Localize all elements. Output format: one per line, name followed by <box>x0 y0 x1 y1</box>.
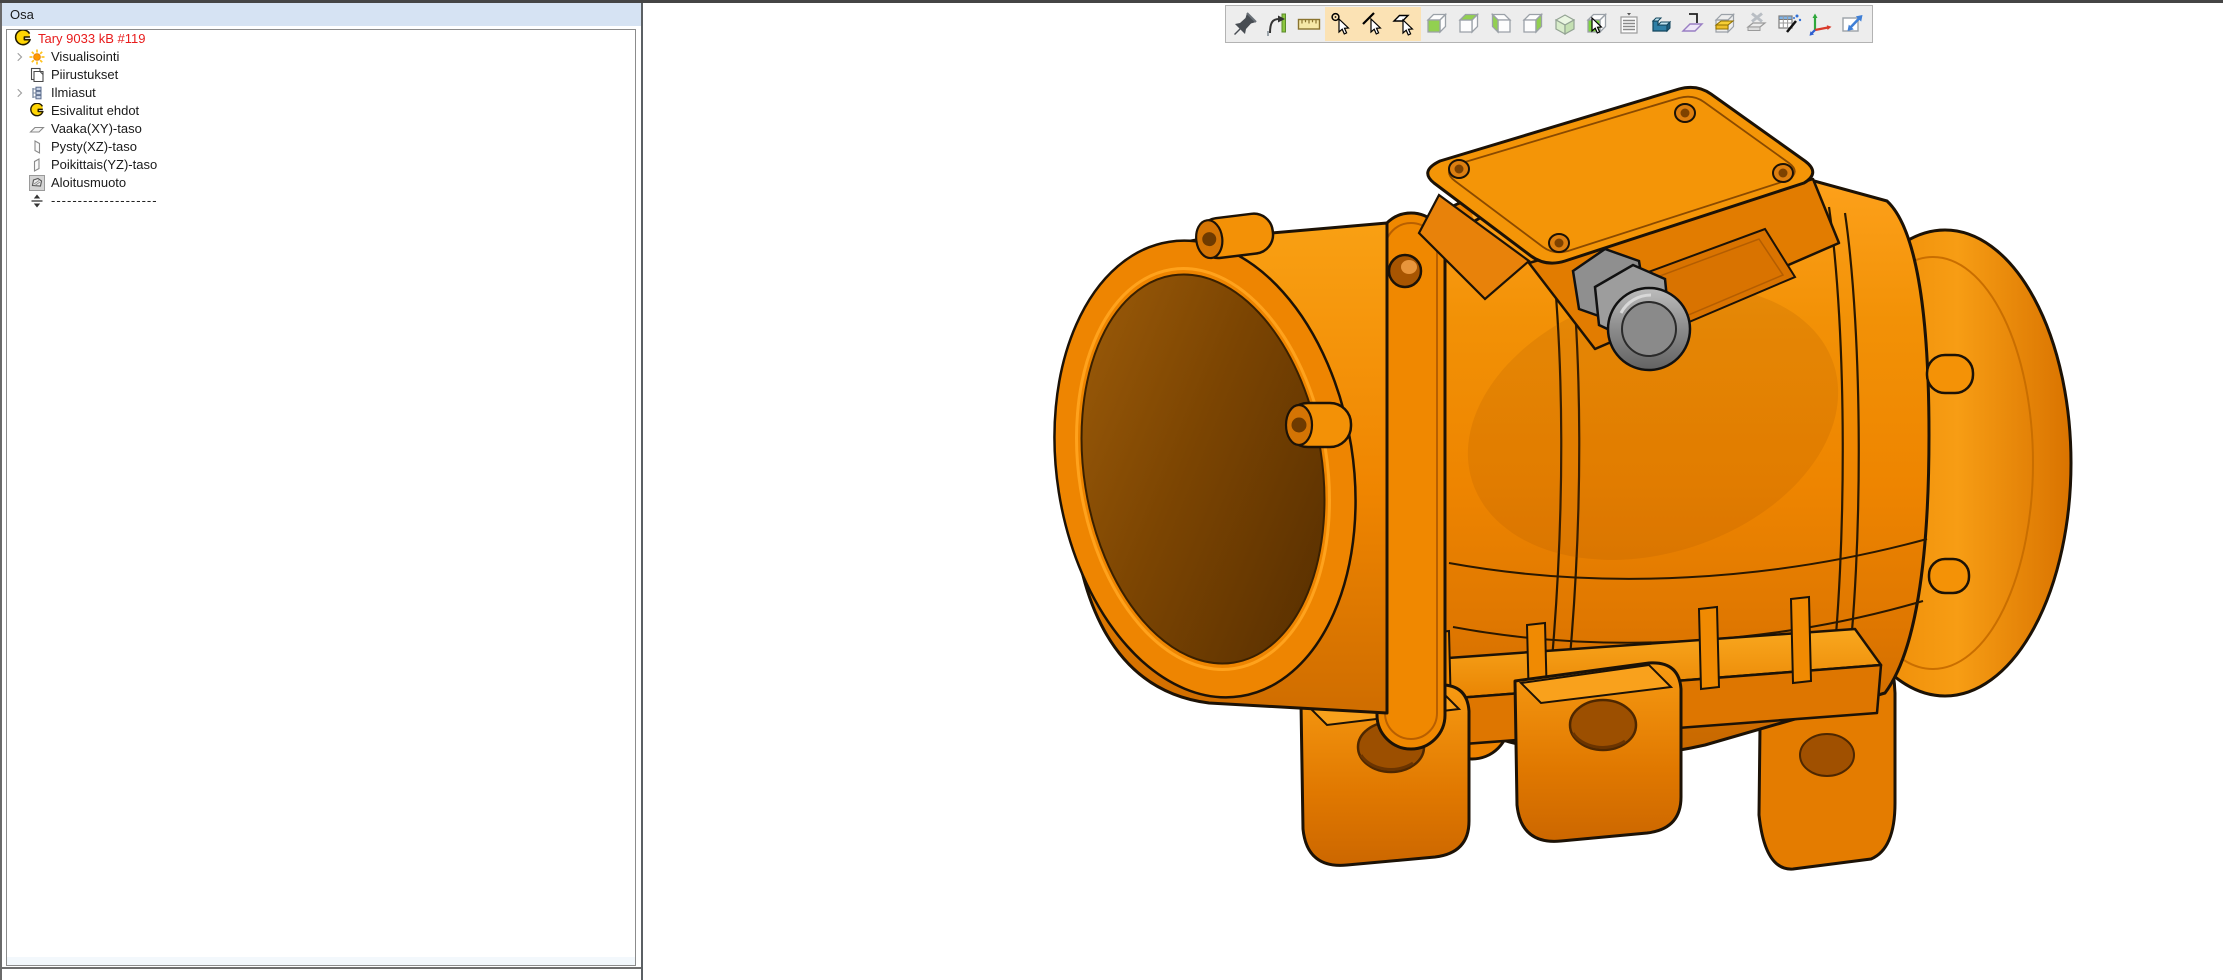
tree-item-label: Poikittais(YZ)-taso <box>51 156 157 174</box>
fit-view-icon[interactable] <box>1837 7 1869 41</box>
tree-item-label: Aloitusmuoto <box>51 174 126 192</box>
chevron-right-icon[interactable] <box>11 85 29 101</box>
section-view-icon[interactable] <box>1645 7 1677 41</box>
view-front-icon[interactable] <box>1421 7 1453 41</box>
chevron-right-icon[interactable] <box>11 49 29 65</box>
clip-off-icon[interactable] <box>1741 7 1773 41</box>
snap-vertex-icon[interactable] <box>1325 7 1357 41</box>
tree-item-label: Pysty(XZ)-taso <box>51 138 137 156</box>
tree-item-aloitusmuoto[interactable]: Aloitusmuoto <box>7 174 635 192</box>
view-normal-to-face-icon[interactable] <box>1581 7 1613 41</box>
panel-header: Osa <box>2 3 641 26</box>
tree-item-label: Visualisointi <box>51 48 119 66</box>
preselected-conditions-icon <box>29 103 46 120</box>
app-window: { "colors": { "model_orange": "#F08800",… <box>0 0 2223 980</box>
mounting-foot-right <box>1515 663 1681 841</box>
view-right-icon[interactable] <box>1517 7 1549 41</box>
clip-box-icon[interactable] <box>1709 7 1741 41</box>
tree-item-piirustukset[interactable]: Piirustukset <box>7 66 635 84</box>
tree-item-label: Esivalitut ehdot <box>51 102 139 120</box>
snap-face-icon[interactable] <box>1389 7 1421 41</box>
snap-active-group <box>1325 7 1421 41</box>
plane-xz-icon <box>29 139 46 156</box>
feature-tree: Tary 9033 kB #119 Visualisointi Piirustu… <box>6 29 636 966</box>
panel-title: Osa <box>10 7 34 22</box>
view-list-icon[interactable] <box>1613 7 1645 41</box>
drawings-icon <box>29 67 46 84</box>
graphics-viewport <box>643 3 2223 980</box>
tree-item-vaaka-xy-taso[interactable]: Vaaka(XY)-taso <box>7 120 635 138</box>
view-top-icon[interactable] <box>1453 7 1485 41</box>
plane-yz-icon <box>29 157 46 174</box>
coordinate-triad-icon[interactable] <box>1805 7 1837 41</box>
feature-tree-panel: Osa Tary 9033 kB #119 Visualisointi Piir… <box>0 3 641 980</box>
tree-item-ilmiasut[interactable]: Ilmiasut <box>7 84 635 102</box>
rollback-marker-icon <box>29 193 46 210</box>
tree-item-rollback-marker[interactable]: -------------------- <box>7 192 635 210</box>
tree-item-pysty-xz-taso[interactable]: Pysty(XZ)-taso <box>7 138 635 156</box>
table-wand-icon[interactable] <box>1773 7 1805 41</box>
part-icon <box>14 30 33 48</box>
bend-arrow-icon[interactable] <box>1261 7 1293 41</box>
tree-item-label: Ilmiasut <box>51 84 96 102</box>
tree-item-visualisointi[interactable]: Visualisointi <box>7 48 635 66</box>
pin-icon[interactable] <box>1229 7 1261 41</box>
tree-item-label: Tary 9033 kB #119 <box>38 30 145 48</box>
configurations-icon <box>29 85 46 102</box>
panel-bottom-separator <box>2 967 643 969</box>
tree-item-esivalitut-ehdot[interactable]: Esivalitut ehdot <box>7 102 635 120</box>
start-shape-icon <box>29 175 46 192</box>
view-toolbar <box>1225 5 1873 43</box>
tree-item-label: -------------------- <box>51 192 158 210</box>
bolt-boss-lower <box>1286 403 1351 447</box>
ruler-icon[interactable] <box>1293 7 1325 41</box>
vibration-motor-3d-model[interactable] <box>643 3 2223 980</box>
plane-xy-icon <box>29 121 46 138</box>
view-isometric-icon[interactable] <box>1549 7 1581 41</box>
tree-item-label: Vaaka(XY)-taso <box>51 120 142 138</box>
left-end-cover <box>1023 219 1387 720</box>
view-left-icon[interactable] <box>1485 7 1517 41</box>
sketch-icon[interactable] <box>1677 7 1709 41</box>
tree-item-poikittais-yz-taso[interactable]: Poikittais(YZ)-taso <box>7 156 635 174</box>
sun-icon <box>29 49 46 66</box>
snap-edge-icon[interactable] <box>1357 7 1389 41</box>
tree-item-label: Piirustukset <box>51 66 118 84</box>
tree-item-part-root[interactable]: Tary 9033 kB #119 <box>7 30 635 48</box>
